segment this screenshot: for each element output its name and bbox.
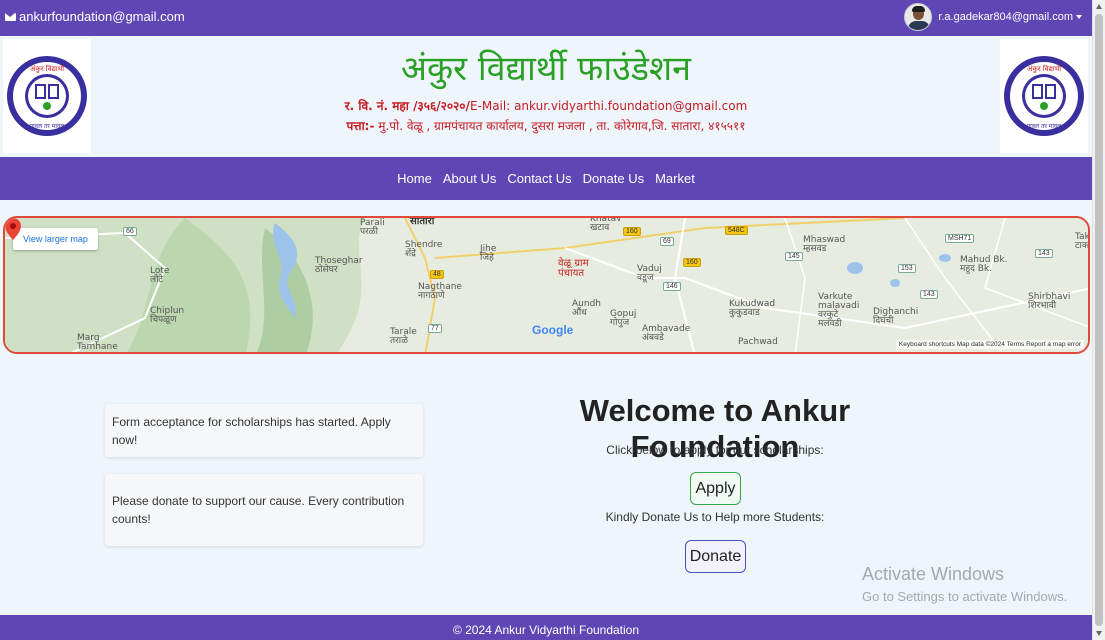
road-shield: 160	[683, 258, 701, 267]
map-label: Jihe जिहे	[480, 244, 497, 263]
registration-line: र. वि. नं. महा /३५६/२०२०/E-Mail: ankur.v…	[0, 97, 1092, 114]
map-label: Marg Tamhane	[77, 333, 118, 352]
embedded-map[interactable]: View larger map Parali परळी सातारा Shendr…	[3, 216, 1090, 354]
map-label: Tarale तराळे	[390, 327, 417, 346]
donation-notice-card: Please donate to support our cause. Ever…	[105, 474, 423, 546]
registration-email: E-Mail: ankur.vidyarthi.foundation@gmail…	[469, 99, 748, 113]
road-shield: 66	[123, 227, 137, 236]
road-shield: 143	[920, 290, 938, 299]
scholarship-notice-card: Form acceptance for scholarships has sta…	[105, 404, 423, 457]
road-shield: 548C	[725, 226, 748, 235]
site-header: अंकुर विद्यार्थी पावल तर मावल अंकुर विद्…	[0, 36, 1092, 156]
road-shield: 145	[785, 252, 803, 261]
apply-prompt: Click below to apply for our scholarship…	[606, 443, 824, 457]
road-shield: 146	[663, 282, 681, 291]
map-label: Tak टाक	[1075, 232, 1090, 251]
road-shield: MSH71	[945, 234, 975, 243]
apply-button[interactable]: Apply	[690, 472, 741, 505]
map-label: Thoseghar ठोसेघर	[315, 256, 363, 275]
map-label: Gopuj गोपुज	[610, 309, 637, 328]
map-label: Kukudwad कुकुडवाड	[729, 299, 776, 318]
donate-button[interactable]: Donate	[685, 540, 746, 573]
address-line: पत्ता:- मु.पो. वेळू , ग्रामपंचायत कार्या…	[0, 117, 1092, 134]
nav-about-us[interactable]: About Us	[443, 171, 496, 186]
map-label: Chiplun चिपळूण	[150, 306, 185, 325]
scroll-up-arrow-icon[interactable]	[1096, 4, 1102, 9]
site-footer: © 2024 Ankur Vidyarthi Foundation	[0, 615, 1092, 640]
address-label: पत्ता:-	[346, 119, 375, 133]
watermark-subtitle: Go to Settings to activate Windows.	[862, 589, 1068, 604]
map-label: Varkute malavadi वरकुटे मलवडी	[818, 292, 860, 329]
svg-text:पावल तर मावल: पावल तर मावल	[1027, 123, 1063, 130]
user-menu[interactable]: r.a.gadekar804@gmail.com	[904, 3, 1082, 31]
map-label: Dighanchi दिघंची	[873, 307, 919, 326]
road-shield: 77	[428, 324, 442, 333]
map-label: Mhaswad म्हसवड	[803, 235, 846, 254]
registration-number: र. वि. नं. महा /३५६/२०२०/	[344, 99, 470, 113]
map-label: Pachwad	[738, 337, 778, 347]
envelope-icon	[5, 12, 16, 21]
svg-text:अंकुर विद्यार्थी: अंकुर विद्यार्थी	[1027, 64, 1062, 73]
map-label: Parali परळी	[360, 218, 385, 237]
activate-windows-watermark: Activate Windows Go to Settings to activ…	[862, 564, 1067, 604]
nav-market[interactable]: Market	[655, 171, 695, 186]
road-shield: 160	[623, 227, 641, 236]
map-label: Vaduj वडूज	[637, 264, 662, 283]
map-label: Shendre शेंद्रे	[405, 240, 443, 259]
scroll-thumb[interactable]	[1095, 14, 1103, 626]
road-shield: 143	[1035, 249, 1053, 258]
location-pin-icon[interactable]	[5, 218, 21, 240]
copyright-text: © 2024 Ankur Vidyarthi Foundation	[452, 623, 640, 637]
nav-donate-us[interactable]: Donate Us	[583, 171, 644, 186]
scroll-down-arrow-icon[interactable]	[1096, 631, 1102, 636]
page-scrollbar[interactable]	[1092, 0, 1105, 640]
donation-notice-text: Please donate to support our cause. Ever…	[112, 494, 405, 526]
road-shield: 69	[660, 237, 674, 246]
map-label: Ambavade अंबवडे	[642, 324, 691, 343]
caret-down-icon[interactable]	[1076, 15, 1082, 19]
nav-contact-us[interactable]: Contact Us	[507, 171, 571, 186]
map-label: Shirbhavi शिरभावी	[1028, 292, 1071, 311]
map-label: Lote लोटे	[150, 266, 170, 285]
page-title: अंकुर विद्यार्थी फाउंडेशन	[401, 49, 691, 89]
map-label: Aundh औंध	[572, 299, 601, 318]
map-attribution[interactable]: Keyboard shortcuts Map data ©2024 Terms …	[895, 340, 1084, 349]
donate-prompt: Kindly Donate Us to Help more Students:	[605, 510, 825, 524]
map-label: Nagthane नागठाणे	[418, 282, 462, 301]
map-label: Mahud Bk. महुद Bk.	[960, 255, 1008, 274]
view-larger-map-link[interactable]: View larger map	[13, 228, 98, 250]
scholarship-notice-text: Form acceptance for scholarships has sta…	[112, 414, 391, 447]
road-shield: 48	[430, 270, 444, 279]
logo-emblem-icon: अंकुर विद्यार्थी पावल तर मावल	[1004, 56, 1084, 136]
top-bar: ankurfoundation@gmail.com r.a.gadekar804…	[0, 0, 1092, 36]
pin-label: वेळू ग्राम पंचायत	[558, 258, 589, 279]
nav-home[interactable]: Home	[397, 171, 432, 186]
address-text: मु.पो. वेळू , ग्रामपंचायत कार्यालय, दुसर…	[374, 119, 746, 133]
avatar[interactable]	[904, 3, 933, 31]
map-label: Khatav खटाव	[590, 216, 622, 233]
road-shield: 153	[898, 264, 916, 273]
contact-email-text: ankurfoundation@gmail.com	[19, 9, 185, 24]
main-nav: Home About Us Contact Us Donate Us Marke…	[0, 157, 1092, 200]
watermark-title: Activate Windows	[862, 564, 1005, 584]
user-email[interactable]: r.a.gadekar804@gmail.com	[938, 11, 1073, 23]
map-label: सातारा	[410, 216, 435, 227]
foundation-logo-right: अंकुर विद्यार्थी पावल तर मावल	[1000, 39, 1088, 153]
google-logo: Google	[532, 323, 574, 337]
contact-email: ankurfoundation@gmail.com	[5, 9, 185, 24]
